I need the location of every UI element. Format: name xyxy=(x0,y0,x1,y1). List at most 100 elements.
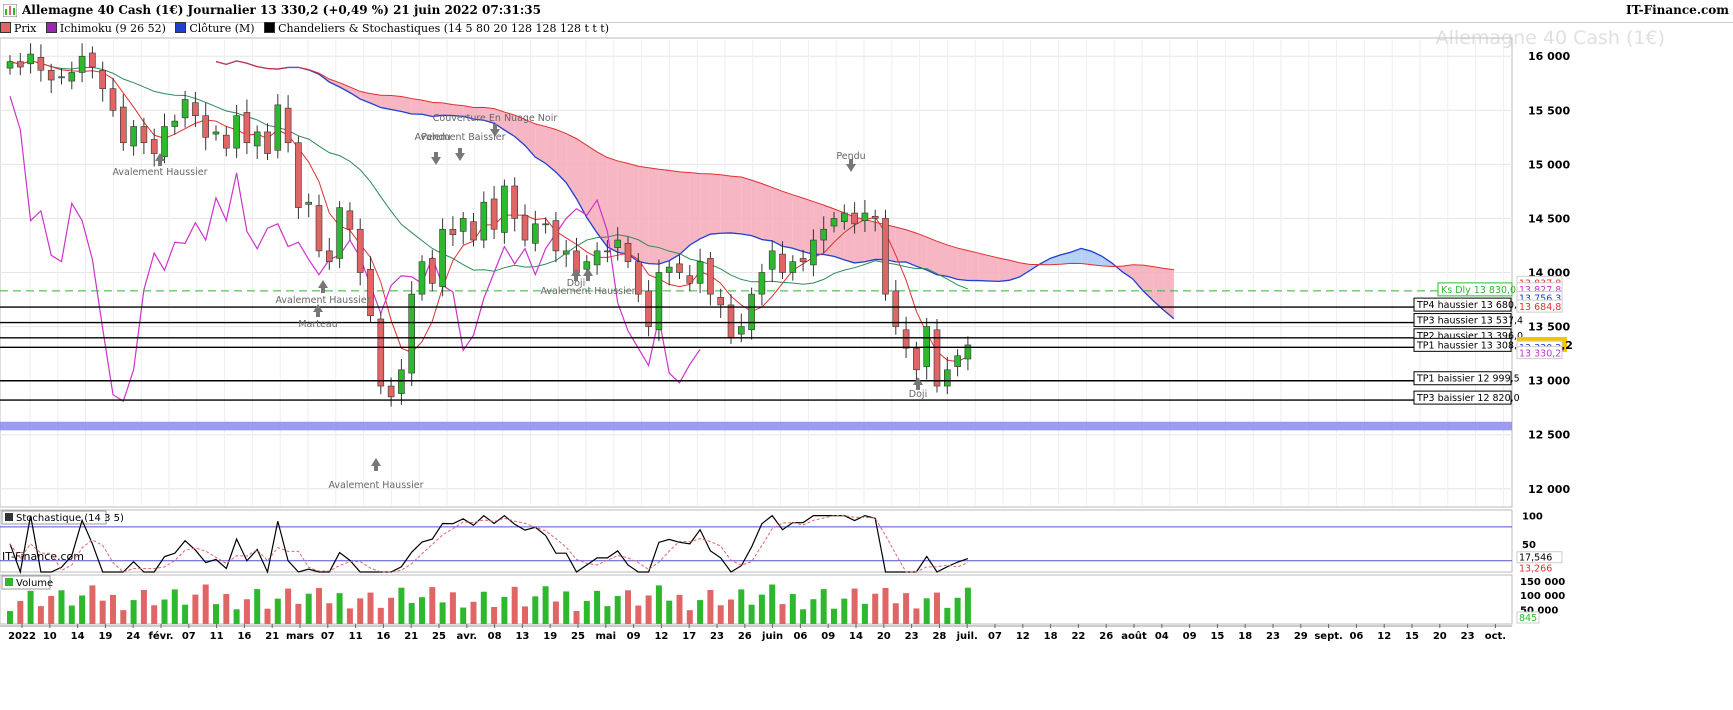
candle-body xyxy=(913,347,920,371)
legend-item-ichimoku[interactable]: Ichimoku (9 26 52) xyxy=(45,22,166,35)
ichimoku-cloud xyxy=(545,126,556,173)
ichimoku-cloud xyxy=(339,82,350,93)
legend-item-prix[interactable]: Prix xyxy=(0,22,36,35)
brand-link[interactable]: IT-Finance.com xyxy=(1626,3,1729,17)
y-tick-label: 13 500 xyxy=(1528,321,1570,334)
candle-body xyxy=(480,201,488,241)
candle-body xyxy=(171,120,179,127)
x-axis: 2022 10 14 19 24 févr. 07 11 16 21 mars 07 11 16 21 25 a… xyxy=(0,624,1512,642)
volume-bar xyxy=(7,611,13,624)
volume-bar xyxy=(480,591,487,624)
candle-body xyxy=(840,212,848,222)
chart-title: Allemagne 40 Cash (1€) Journalier 13 330… xyxy=(22,3,541,17)
candle-body xyxy=(593,250,601,266)
volume-bar xyxy=(439,602,446,624)
price-label: 13 827,8 xyxy=(1519,285,1561,296)
level-box xyxy=(1413,313,1512,328)
volume-bar xyxy=(460,607,467,624)
ks-label: Ks Dly 13 830,0 xyxy=(1441,285,1516,296)
candle-body xyxy=(120,106,127,144)
ichimoku-cloud xyxy=(586,145,598,233)
x-tick-label: 19 xyxy=(543,631,557,642)
candle-body xyxy=(284,107,292,144)
ichimoku-cloud xyxy=(257,66,268,69)
candle-body xyxy=(810,239,817,266)
legend-item-cloture[interactable]: Clôture (M) xyxy=(175,22,255,35)
x-tick-label: févr. xyxy=(149,630,174,642)
volume-bar xyxy=(944,607,951,624)
volume-bar xyxy=(604,606,611,624)
candle-body xyxy=(892,290,900,327)
candle-body xyxy=(109,88,117,111)
price-label: 13 684,8 xyxy=(1519,302,1561,313)
volume-bar xyxy=(707,589,714,624)
pattern-annotation: Marteau xyxy=(298,319,337,330)
volume-bar xyxy=(934,592,940,624)
x-tick-label: 12 xyxy=(654,631,668,642)
volume-bar xyxy=(89,585,96,624)
stoch-swatch xyxy=(5,513,13,521)
candle-body xyxy=(315,205,323,252)
volume-bar xyxy=(594,590,601,624)
ichimoku-cloud xyxy=(422,100,433,117)
x-tick-label: 09 xyxy=(821,631,835,642)
candle-body xyxy=(882,218,889,295)
price-label: 13 330,2 xyxy=(1519,343,1561,354)
candle-body xyxy=(89,52,96,68)
x-tick-label: 21 xyxy=(404,631,418,642)
legend-item-chandeliers[interactable]: Chandeliers & Stochastiques (14 5 80 20 … xyxy=(264,22,609,35)
ichimoku-cloud xyxy=(380,95,392,110)
volume-bar xyxy=(377,607,384,624)
x-tick-label: 14 xyxy=(849,631,863,642)
ichimoku-cloud xyxy=(226,60,237,65)
x-tick-label: 09 xyxy=(627,631,641,642)
volume-bar xyxy=(346,608,353,624)
legend-swatch xyxy=(45,22,57,33)
candle-body xyxy=(511,185,519,219)
x-tick-label: 25 xyxy=(432,631,446,642)
volume-bar xyxy=(17,600,24,624)
candle-body xyxy=(6,61,14,69)
price-label-box xyxy=(1516,340,1563,354)
level-box xyxy=(1413,328,1512,343)
volume-bar xyxy=(954,597,961,624)
volume-bar xyxy=(666,600,673,624)
volume-bar xyxy=(903,593,910,624)
ichimoku-cloud xyxy=(1060,252,1071,265)
volume-bar xyxy=(779,604,786,624)
volume-frame xyxy=(0,574,1513,625)
candle-body xyxy=(161,126,168,158)
stoch-frame xyxy=(0,509,1513,573)
legend-swatch xyxy=(264,22,276,33)
candle-body xyxy=(676,263,683,273)
volume-bar xyxy=(429,587,436,624)
stoch-title: Stochastique (14 3 5) xyxy=(16,513,124,524)
price-label: 13 330,2 xyxy=(1519,349,1561,360)
ichimoku-cloud xyxy=(1143,265,1154,301)
candle-body xyxy=(16,61,24,68)
ichimoku-cloud xyxy=(267,68,278,70)
ichimoku-cloud xyxy=(720,174,731,234)
x-tick-label: 06 xyxy=(793,631,807,642)
level-label: TP1 haussier 13 308,0 xyxy=(1416,340,1523,351)
volume-bar xyxy=(748,604,755,624)
volume-bar xyxy=(913,608,920,624)
source-label: IT-Finance.com xyxy=(2,550,84,563)
x-tick-label: 23 xyxy=(710,631,724,642)
volume-bar xyxy=(542,586,549,624)
candle-body xyxy=(367,268,374,317)
pattern-annotation: Pendu xyxy=(421,132,450,143)
ichimoku-cloud xyxy=(700,173,711,239)
volume-bar xyxy=(645,595,652,624)
candle-body xyxy=(943,369,951,387)
volume-bar xyxy=(470,601,477,624)
arrow-down-icon xyxy=(490,124,500,137)
volume-bar xyxy=(243,599,250,624)
ichimoku-cloud xyxy=(937,241,948,277)
price-chart[interactable]: Allemagne 40 Cash (1€) IT-Finance.com 16… xyxy=(0,0,1733,710)
candle-body xyxy=(58,76,65,79)
x-tick-label: 20 xyxy=(877,631,891,642)
ichimoku-cloud xyxy=(370,93,381,108)
y-tick-label: 15 500 xyxy=(1528,104,1570,117)
candle-body xyxy=(418,261,426,295)
